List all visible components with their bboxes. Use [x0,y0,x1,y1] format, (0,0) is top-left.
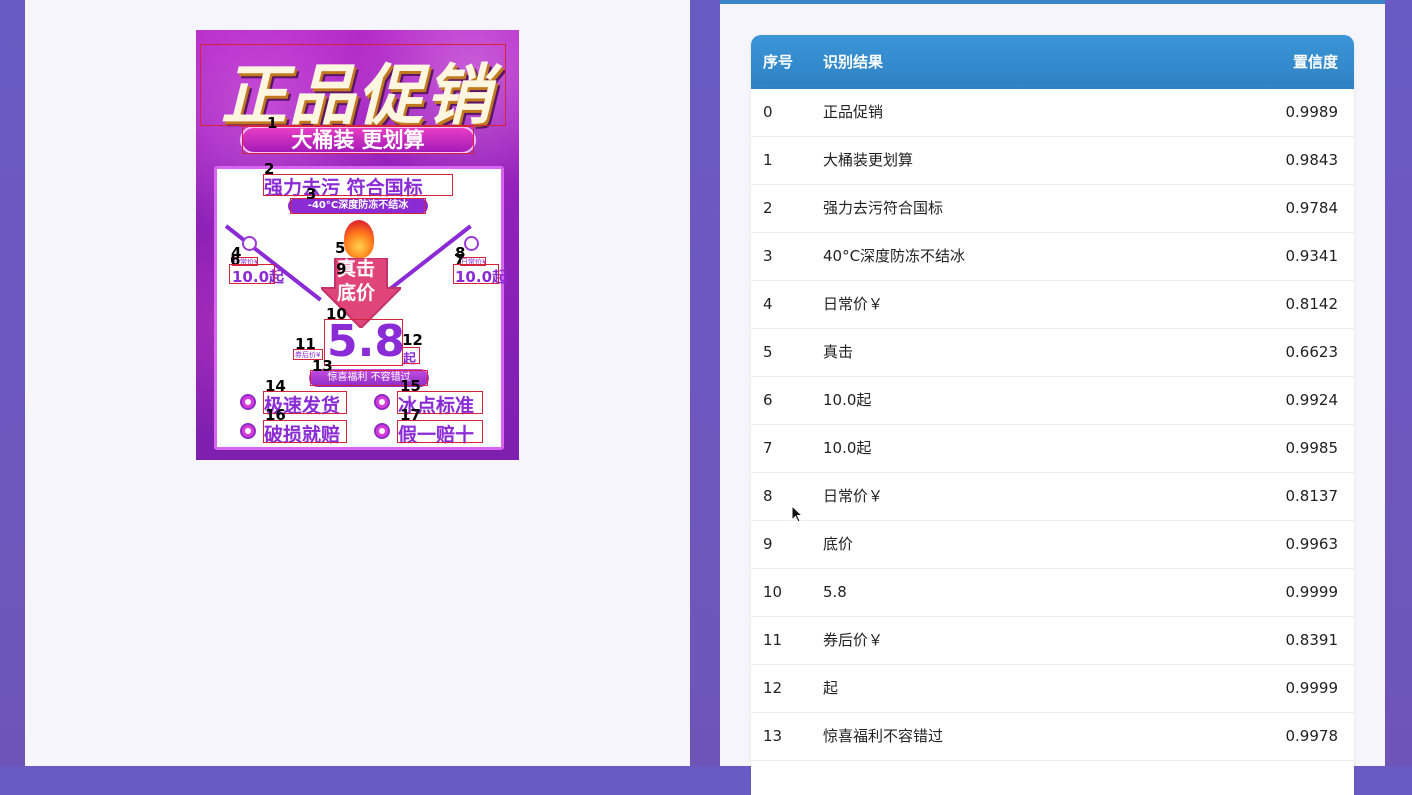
table-row[interactable]: 2 强力去污符合国标 0.9784 [751,185,1354,233]
row-text: 5.8 [823,583,847,601]
ocr-result-image: 正品促销 大桶装 更划算 1 强力去污 符合国标 2 -40°C深度防冻不结冰 … [196,30,519,460]
table-body: 0 正品促销 0.9989 1 大桶装更划算 0.9843 2 强力去污符合国标… [751,89,1354,761]
feature-bullet-icon [240,423,256,439]
row-text: 10.0起 [823,391,872,409]
table-row[interactable]: 10 5.8 0.9999 [751,569,1354,617]
row-index: 13 [763,727,783,745]
arrow-bottom-text: 底价 [337,282,376,304]
row-confidence: 0.9978 [1285,727,1339,745]
row-text: 强力去污符合国标 [823,199,944,217]
row-confidence: 0.9999 [1285,583,1339,601]
row-confidence: 0.9963 [1285,535,1339,553]
row-confidence: 0.9843 [1285,151,1339,169]
row-text: 日常价￥ [823,487,884,505]
row-confidence: 0.8137 [1285,487,1339,505]
table-row[interactable]: 13 惊喜福利不容错过 0.9978 [751,713,1354,761]
row-confidence: 0.9341 [1285,247,1339,265]
table-row[interactable]: 5 真击 0.6623 [751,329,1354,377]
table-row[interactable]: 9 底价 0.9963 [751,521,1354,569]
row-index: 12 [763,679,783,697]
header-confidence: 置信度 [1292,53,1338,71]
ocr-index-16: 16 [265,406,286,424]
panel-top-bar [720,0,1385,4]
row-confidence: 0.9989 [1285,103,1339,121]
left-knob [242,236,257,251]
ocr-box-2 [263,174,453,196]
row-text: 正品促销 [823,103,884,121]
row-index: 6 [763,391,773,409]
ocr-box-0 [200,44,506,126]
row-confidence: 0.8142 [1285,295,1339,313]
row-confidence: 0.6623 [1285,343,1339,361]
row-confidence: 0.8391 [1285,631,1339,649]
image-preview-panel: 正品促销 大桶装 更划算 1 强力去污 符合国标 2 -40°C深度防冻不结冰 … [25,0,690,766]
row-text: 底价 [823,535,854,553]
row-index: 4 [763,295,773,313]
ocr-index-12: 12 [402,331,423,349]
header-index: 序号 [763,53,794,71]
row-index: 7 [763,439,773,457]
feature-bullet-icon [374,423,390,439]
row-index: 3 [763,247,773,265]
ocr-index-9: 9 [336,260,347,278]
row-index: 9 [763,535,773,553]
table-row[interactable]: 4 日常价￥ 0.8142 [751,281,1354,329]
row-text: 大桶装更划算 [823,151,914,169]
ocr-index-11: 11 [295,335,316,353]
row-text: 起 [823,679,839,697]
table-row[interactable]: 6 10.0起 0.9924 [751,377,1354,425]
ocr-index-2: 2 [264,160,275,178]
table-row[interactable]: 11 券后价￥ 0.8391 [751,617,1354,665]
ocr-box-6 [229,264,275,284]
row-index: 2 [763,199,773,217]
ocr-index-15: 15 [400,377,421,395]
row-text: 惊喜福利不容错过 [823,727,944,745]
row-confidence: 0.9784 [1285,199,1339,217]
mouse-cursor-icon [791,505,803,523]
row-text: 券后价￥ [823,631,884,649]
ocr-index-14: 14 [265,377,286,395]
ocr-box-7 [453,264,499,284]
table-row[interactable]: 0 正品促销 0.9989 [751,89,1354,137]
ocr-index-17: 17 [400,406,421,424]
table-row[interactable]: 7 10.0起 0.9985 [751,425,1354,473]
row-text: 40°C深度防冻不结冰 [823,247,966,265]
results-panel: 序号 识别结果 置信度 0 正品促销 0.9989 1 大桶装更划算 0.984… [720,0,1385,795]
ocr-box-10 [324,319,403,366]
right-knob [464,236,479,251]
row-index: 5 [763,343,773,361]
ocr-results-table: 序号 识别结果 置信度 0 正品促销 0.9989 1 大桶装更划算 0.984… [751,35,1354,795]
row-index: 1 [763,151,773,169]
header-text: 识别结果 [823,53,884,71]
feature-bullet-icon [374,394,390,410]
row-text: 真击 [823,343,854,361]
ocr-index-5: 5 [335,239,346,257]
feature-bullet-icon [240,394,256,410]
row-index: 11 [763,631,783,649]
row-text: 日常价￥ [823,295,884,313]
ocr-index-3: 3 [306,185,317,203]
row-index: 8 [763,487,773,505]
row-index: 0 [763,103,773,121]
table-row[interactable]: 8 日常价￥ 0.8137 [751,473,1354,521]
ocr-index-13: 13 [312,357,333,375]
table-row[interactable]: 1 大桶装更划算 0.9843 [751,137,1354,185]
ocr-index-1: 1 [267,114,278,132]
row-text: 10.0起 [823,439,872,457]
row-index: 10 [763,583,783,601]
table-row[interactable]: 3 40°C深度防冻不结冰 0.9341 [751,233,1354,281]
row-confidence: 0.9999 [1285,679,1339,697]
table-row[interactable]: 12 起 0.9999 [751,665,1354,713]
row-confidence: 0.9924 [1285,391,1339,409]
table-header: 序号 识别结果 置信度 [751,35,1354,89]
ocr-box-12 [402,347,420,364]
row-confidence: 0.9985 [1285,439,1339,457]
flame-icon [344,220,374,258]
